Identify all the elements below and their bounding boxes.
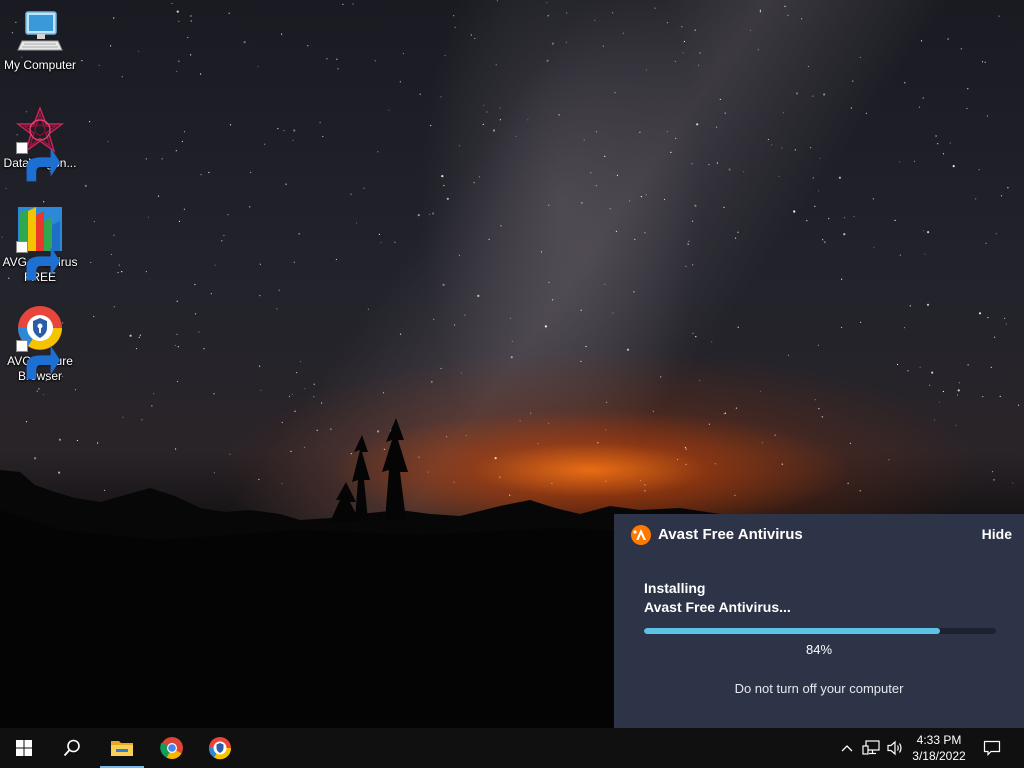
install-progress-bar [644, 628, 996, 634]
windows-start-icon [16, 740, 32, 756]
avg-secure-browser-icon [16, 304, 64, 380]
shortcut-arrow-icon [16, 241, 61, 281]
search-icon [63, 739, 80, 757]
desktop-icon-avg-antivirus[interactable]: AVG AntiVirus FREE [0, 205, 80, 285]
taskbar: 4:33 PM 3/18/2022 [0, 728, 1024, 768]
hide-button[interactable]: Hide [982, 526, 1012, 542]
desktop-icon-avg-secure-browser[interactable]: AVG Secure Browser [0, 304, 80, 384]
computer-icon [16, 8, 64, 56]
notification-center-icon [983, 740, 1001, 756]
taskbar-file-explorer[interactable] [98, 728, 146, 768]
install-status-line1: Installing [644, 580, 706, 596]
chrome-icon [160, 737, 183, 759]
avg-secure-browser-icon [208, 737, 232, 760]
shortcut-arrow-icon [16, 142, 61, 182]
avast-logo-icon [630, 524, 652, 546]
datawagon-icon [16, 106, 64, 182]
search-button[interactable] [48, 728, 96, 768]
show-hidden-icons-button[interactable] [838, 728, 856, 768]
action-center-button[interactable] [978, 728, 1006, 768]
taskbar-clock[interactable]: 4:33 PM 3/18/2022 [904, 732, 974, 764]
avg-antivirus-icon [16, 205, 64, 281]
desktop-icon-label: My Computer [3, 58, 77, 72]
volume-button[interactable] [884, 728, 906, 768]
volume-icon [887, 740, 902, 756]
avast-install-notification: Avast Free Antivirus Hide Installing Ava… [614, 514, 1024, 728]
taskbar-avg-secure-browser[interactable] [196, 728, 244, 768]
chevron-up-icon [841, 745, 853, 752]
install-status-line2: Avast Free Antivirus... [644, 599, 791, 615]
shortcut-arrow-icon [16, 340, 61, 380]
taskbar-google-chrome[interactable] [148, 728, 196, 768]
network-icon [862, 740, 880, 755]
network-button[interactable] [860, 728, 882, 768]
install-progress-fill [644, 628, 940, 634]
desktop-icon-my-computer[interactable]: My Computer [0, 8, 80, 73]
install-progress-percent: 84% [805, 642, 833, 657]
notification-title: Avast Free Antivirus [658, 526, 803, 543]
notification-header: Avast Free Antivirus Hide [630, 524, 1012, 546]
clock-date: 3/18/2022 [912, 749, 966, 763]
clock-time: 4:33 PM [916, 733, 962, 747]
folder-icon [111, 741, 133, 756]
desktop-icon-datawagon[interactable]: DataWagon... [0, 106, 80, 182]
do-not-turn-off-warning: Do not turn off your computer [734, 681, 904, 696]
start-button[interactable] [0, 728, 48, 768]
